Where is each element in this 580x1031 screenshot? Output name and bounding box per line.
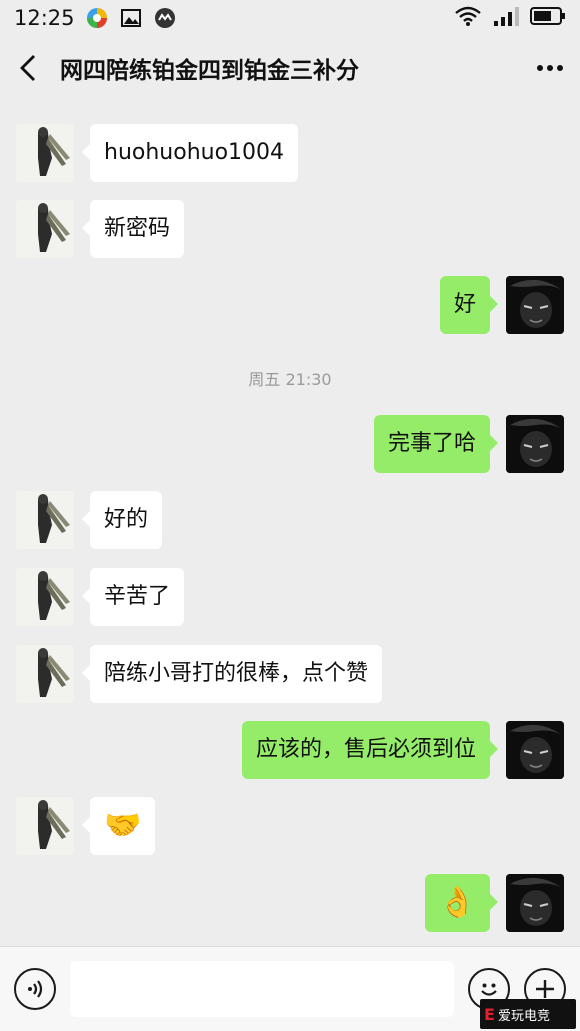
message-bubble-incoming[interactable]: 好的 <box>81 491 163 549</box>
contact-avatar[interactable] <box>16 568 74 626</box>
status-bar: 12:25 <box>0 0 580 36</box>
voice-input-button[interactable] <box>14 968 56 1010</box>
chat-title: 网四陪练铂金四到铂金三补分 <box>60 58 359 84</box>
message-bubble-outgoing[interactable]: 完事了哈 <box>373 415 499 473</box>
signal-icon <box>492 5 520 32</box>
message-bubble-incoming[interactable]: 陪练小哥打的很棒，点个赞 <box>81 645 383 703</box>
watermark-logo: E 爱玩电竞 <box>480 999 576 1029</box>
self-avatar[interactable] <box>506 276 564 334</box>
app-badge-icon <box>153 6 177 30</box>
status-time: 12:25 <box>14 6 75 30</box>
message-bubble-incoming[interactable]: 新密码 <box>81 200 185 258</box>
chevron-left-icon <box>20 55 35 81</box>
message-list[interactable]: huohuohuo1004 新密码 好 周五 21:30 完事了哈 好的 辛苦了… <box>0 100 580 946</box>
ok-hand-emoji-message[interactable]: 👌 <box>424 874 499 932</box>
more-dots-icon <box>537 65 563 71</box>
chat-timestamp: 周五 21:30 <box>248 370 332 389</box>
voice-icon <box>28 980 43 998</box>
watermark-text: 爱玩电竞 <box>497 1008 550 1024</box>
message-bubble-outgoing[interactable]: 应该的，售后必须到位 <box>241 721 499 779</box>
contact-avatar[interactable] <box>16 124 74 182</box>
plus-icon <box>536 980 554 998</box>
message-bubble-incoming[interactable]: 辛苦了 <box>81 568 185 626</box>
contact-avatar[interactable] <box>16 797 74 855</box>
handshake-emoji-message[interactable]: 🤝 <box>81 797 156 855</box>
contact-avatar[interactable] <box>16 645 74 703</box>
chat-header: 网四陪练铂金四到铂金三补分 <box>0 36 580 100</box>
back-button[interactable] <box>16 51 44 85</box>
wifi-icon <box>454 5 482 32</box>
contact-avatar[interactable] <box>16 200 74 258</box>
watermark-logo-icon: E <box>484 1004 495 1024</box>
self-avatar[interactable] <box>506 721 564 779</box>
more-options-button[interactable] <box>536 49 564 87</box>
message-bubble-outgoing[interactable]: 好 <box>439 276 499 334</box>
app-notification-icon <box>85 6 109 30</box>
self-avatar[interactable] <box>506 874 564 932</box>
battery-icon <box>530 6 566 31</box>
gallery-icon <box>119 6 143 30</box>
contact-avatar[interactable] <box>16 491 74 549</box>
message-bubble-incoming[interactable]: huohuohuo1004 <box>81 124 299 182</box>
message-input[interactable] <box>70 961 454 1017</box>
self-avatar[interactable] <box>506 415 564 473</box>
